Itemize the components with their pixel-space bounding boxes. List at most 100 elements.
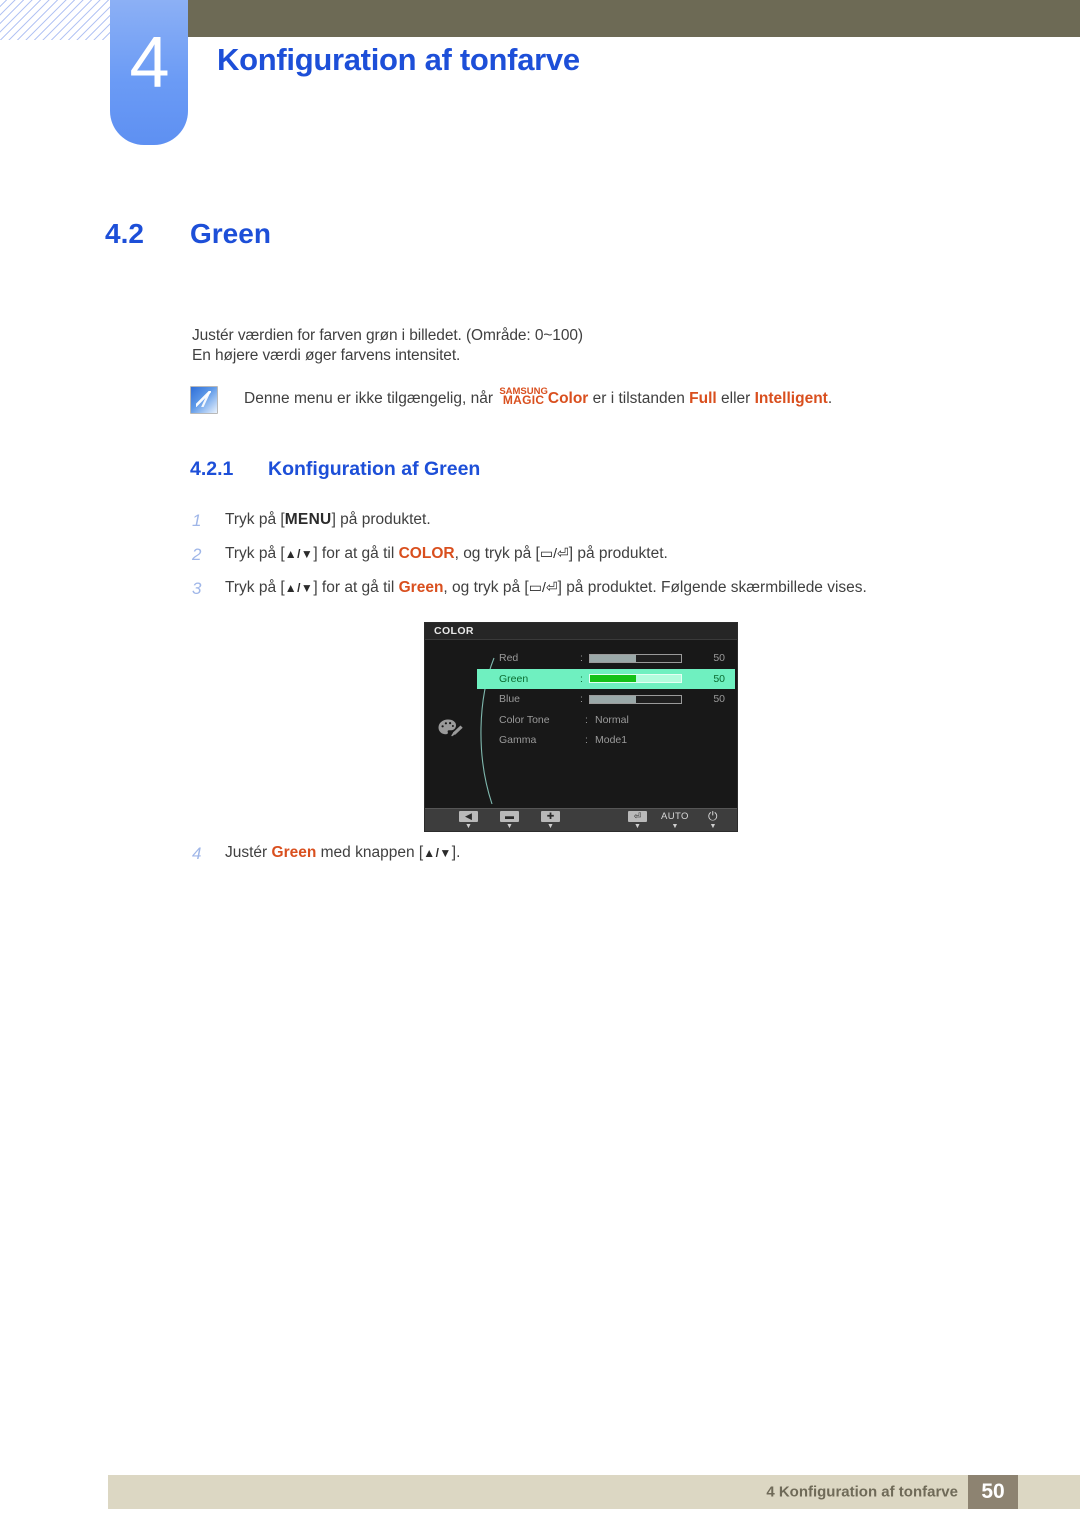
samsung-magic-logo: SAMSUNG MAGIC bbox=[499, 387, 548, 407]
step-2-mid2: , og tryk på [ bbox=[454, 545, 540, 562]
palette-icon bbox=[438, 719, 463, 737]
step-1-pre: Tryk på [ bbox=[225, 511, 285, 528]
osd-row-label: Blue bbox=[499, 693, 521, 706]
step-1-key-menu: MENU bbox=[284, 511, 332, 528]
osd-menu-rows: Red : 50 Green : 50 Blue : 50 Color Tone… bbox=[477, 648, 735, 751]
osd-back-button[interactable]: ◀ ▼ bbox=[459, 811, 478, 831]
step-2-pre: Tryk på [ bbox=[225, 545, 285, 562]
osd-row-colon: : bbox=[585, 713, 588, 726]
step-item-4: 4 Justér Green med knappen [▲/▼]. bbox=[192, 844, 460, 864]
step-2-emphasis-color: COLOR bbox=[398, 545, 455, 562]
step-text-4: Justér Green med knappen [▲/▼]. bbox=[225, 844, 460, 864]
note-emphasis-intelligent: Intelligent bbox=[754, 390, 828, 407]
subsection-title: Konfiguration af Green bbox=[268, 458, 481, 480]
intro-paragraph-1: Justér værdien for farven grøn i billede… bbox=[192, 327, 583, 344]
osd-row-label: Gamma bbox=[499, 734, 537, 747]
osd-row-label: Color Tone bbox=[499, 713, 550, 726]
chapter-number-block: 4 bbox=[110, 0, 188, 145]
osd-row-value: Mode1 bbox=[595, 734, 628, 747]
note-text-before: Denne menu er ikke tilgængelig, når bbox=[244, 390, 498, 407]
step-3-emphasis-green: Green bbox=[398, 579, 444, 596]
magic-line-2: MAGIC bbox=[502, 393, 545, 407]
magic-color-suffix: Color bbox=[547, 390, 589, 407]
note-emphasis-full: Full bbox=[689, 390, 717, 407]
step-text-2: Tryk på [▲/▼] for at gå til COLOR, og tr… bbox=[225, 545, 668, 565]
intro-paragraph-2: En højere værdi øger farvens intensitet. bbox=[192, 347, 461, 364]
step-4-pre: Justér bbox=[225, 844, 272, 861]
step-item-1: 1 Tryk på [MENU] på produktet. bbox=[192, 511, 431, 531]
osd-slider-green[interactable] bbox=[589, 674, 682, 684]
osd-slider-blue[interactable] bbox=[589, 694, 682, 704]
section-number: 4.2 bbox=[105, 218, 144, 249]
up-down-arrow-icon: ▲/▼ bbox=[423, 846, 452, 860]
chapter-number: 4 bbox=[129, 23, 169, 103]
decorative-hatch-pattern bbox=[0, 0, 120, 40]
note-text-middle: er i tilstanden bbox=[588, 390, 690, 407]
note-text-between: eller bbox=[716, 390, 755, 407]
power-icon: ⏻ bbox=[708, 809, 718, 823]
step-1-post: ] på produktet. bbox=[331, 511, 431, 528]
up-down-arrow-icon: ▲/▼ bbox=[284, 581, 314, 595]
auto-label: AUTO bbox=[661, 811, 689, 822]
osd-row-label: Red bbox=[499, 652, 519, 665]
step-3-mid2: , og tryk på [ bbox=[443, 579, 529, 596]
osd-row-label: Green bbox=[499, 672, 529, 685]
osd-row-value: 50 bbox=[713, 693, 725, 706]
source-enter-button-icon: ▭/⏎ bbox=[528, 579, 558, 595]
osd-row-colon: : bbox=[579, 652, 583, 665]
step-3-pre: Tryk på [ bbox=[225, 579, 285, 596]
osd-row-value: 50 bbox=[713, 672, 725, 685]
step-4-post: ]. bbox=[451, 844, 461, 861]
osd-row-gamma[interactable]: Gamma : Mode1 bbox=[477, 730, 735, 751]
step-number-3: 3 bbox=[192, 579, 202, 598]
minus-icon: ▬ bbox=[500, 811, 519, 822]
step-number-1: 1 bbox=[192, 511, 202, 530]
plus-icon: ✚ bbox=[541, 811, 560, 822]
note-text: Denne menu er ikke tilgængelig, når SAMS… bbox=[244, 386, 832, 412]
osd-row-colon: : bbox=[585, 734, 588, 747]
osd-row-colon: : bbox=[579, 672, 583, 685]
osd-auto-button[interactable]: AUTO ▼ bbox=[661, 811, 689, 831]
caret-down-icon: ▼ bbox=[465, 823, 472, 830]
step-item-3: 3 Tryk på [▲/▼] for at gå til Green, og … bbox=[192, 579, 867, 599]
step-3-mid: ] for at gå til bbox=[313, 579, 399, 596]
footer-chapter-label: 4 Konfiguration af tonfarve bbox=[766, 1483, 958, 1501]
step-4-emphasis-green: Green bbox=[271, 844, 317, 861]
osd-menu-screenshot: COLOR Red : 50 Green : 50 Blue: 50 Colo… bbox=[424, 622, 738, 832]
osd-menu-body: Red : 50 Green : 50 Blue : 50 Color Tone… bbox=[425, 640, 737, 808]
osd-row-value: Normal bbox=[595, 713, 629, 726]
section-title: Green bbox=[190, 218, 271, 249]
note-text-end: . bbox=[827, 390, 833, 407]
caret-down-icon: ▼ bbox=[547, 823, 554, 830]
step-4-mid: med knappen [ bbox=[316, 844, 424, 861]
step-number-4: 4 bbox=[192, 844, 202, 863]
step-2-mid: ] for at gå til bbox=[313, 545, 399, 562]
back-arrow-icon: ◀ bbox=[459, 811, 478, 822]
osd-button-bar: ◀ ▼ ▬ ▼ ✚ ▼ ⏎ ▼ AUTO ▼ ⏻ ▼ bbox=[425, 808, 737, 831]
osd-row-value: 50 bbox=[713, 652, 725, 665]
step-2-post: ] på produktet. bbox=[568, 545, 668, 562]
chapter-title: Konfiguration af tonfarve bbox=[217, 42, 580, 77]
osd-minus-button[interactable]: ▬ ▼ bbox=[500, 811, 519, 831]
osd-row-green[interactable]: Green : 50 bbox=[477, 668, 735, 689]
step-3-post: ] på produktet. Følgende skærmbillede vi… bbox=[557, 579, 867, 596]
osd-power-button[interactable]: ⏻ ▼ bbox=[708, 809, 718, 831]
osd-enter-button[interactable]: ⏎ ▼ bbox=[628, 811, 647, 831]
osd-slider-red[interactable] bbox=[589, 653, 682, 663]
osd-plus-button[interactable]: ✚ ▼ bbox=[541, 811, 560, 831]
osd-row-blue[interactable]: Blue : 50 bbox=[477, 689, 735, 710]
page-footer-bar: 4 Konfiguration af tonfarve 50 bbox=[108, 1475, 1080, 1509]
osd-row-red[interactable]: Red : 50 bbox=[477, 648, 735, 669]
caret-down-icon: ▼ bbox=[671, 823, 679, 830]
header-olive-band bbox=[180, 0, 1080, 37]
step-text-1: Tryk på [MENU] på produktet. bbox=[225, 511, 431, 531]
subsection-heading: 4.2.1 Konfiguration af Green bbox=[190, 458, 480, 481]
caret-down-icon: ▼ bbox=[709, 823, 717, 830]
caret-down-icon: ▼ bbox=[506, 823, 513, 830]
step-number-2: 2 bbox=[192, 545, 202, 564]
osd-row-color-tone[interactable]: Color Tone : Normal bbox=[477, 710, 735, 731]
up-down-arrow-icon: ▲/▼ bbox=[284, 547, 314, 561]
note-block: Denne menu er ikke tilgængelig, når SAMS… bbox=[190, 386, 832, 414]
step-item-2: 2 Tryk på [▲/▼] for at gå til COLOR, og … bbox=[192, 545, 668, 565]
subsection-number: 4.2.1 bbox=[190, 458, 234, 480]
